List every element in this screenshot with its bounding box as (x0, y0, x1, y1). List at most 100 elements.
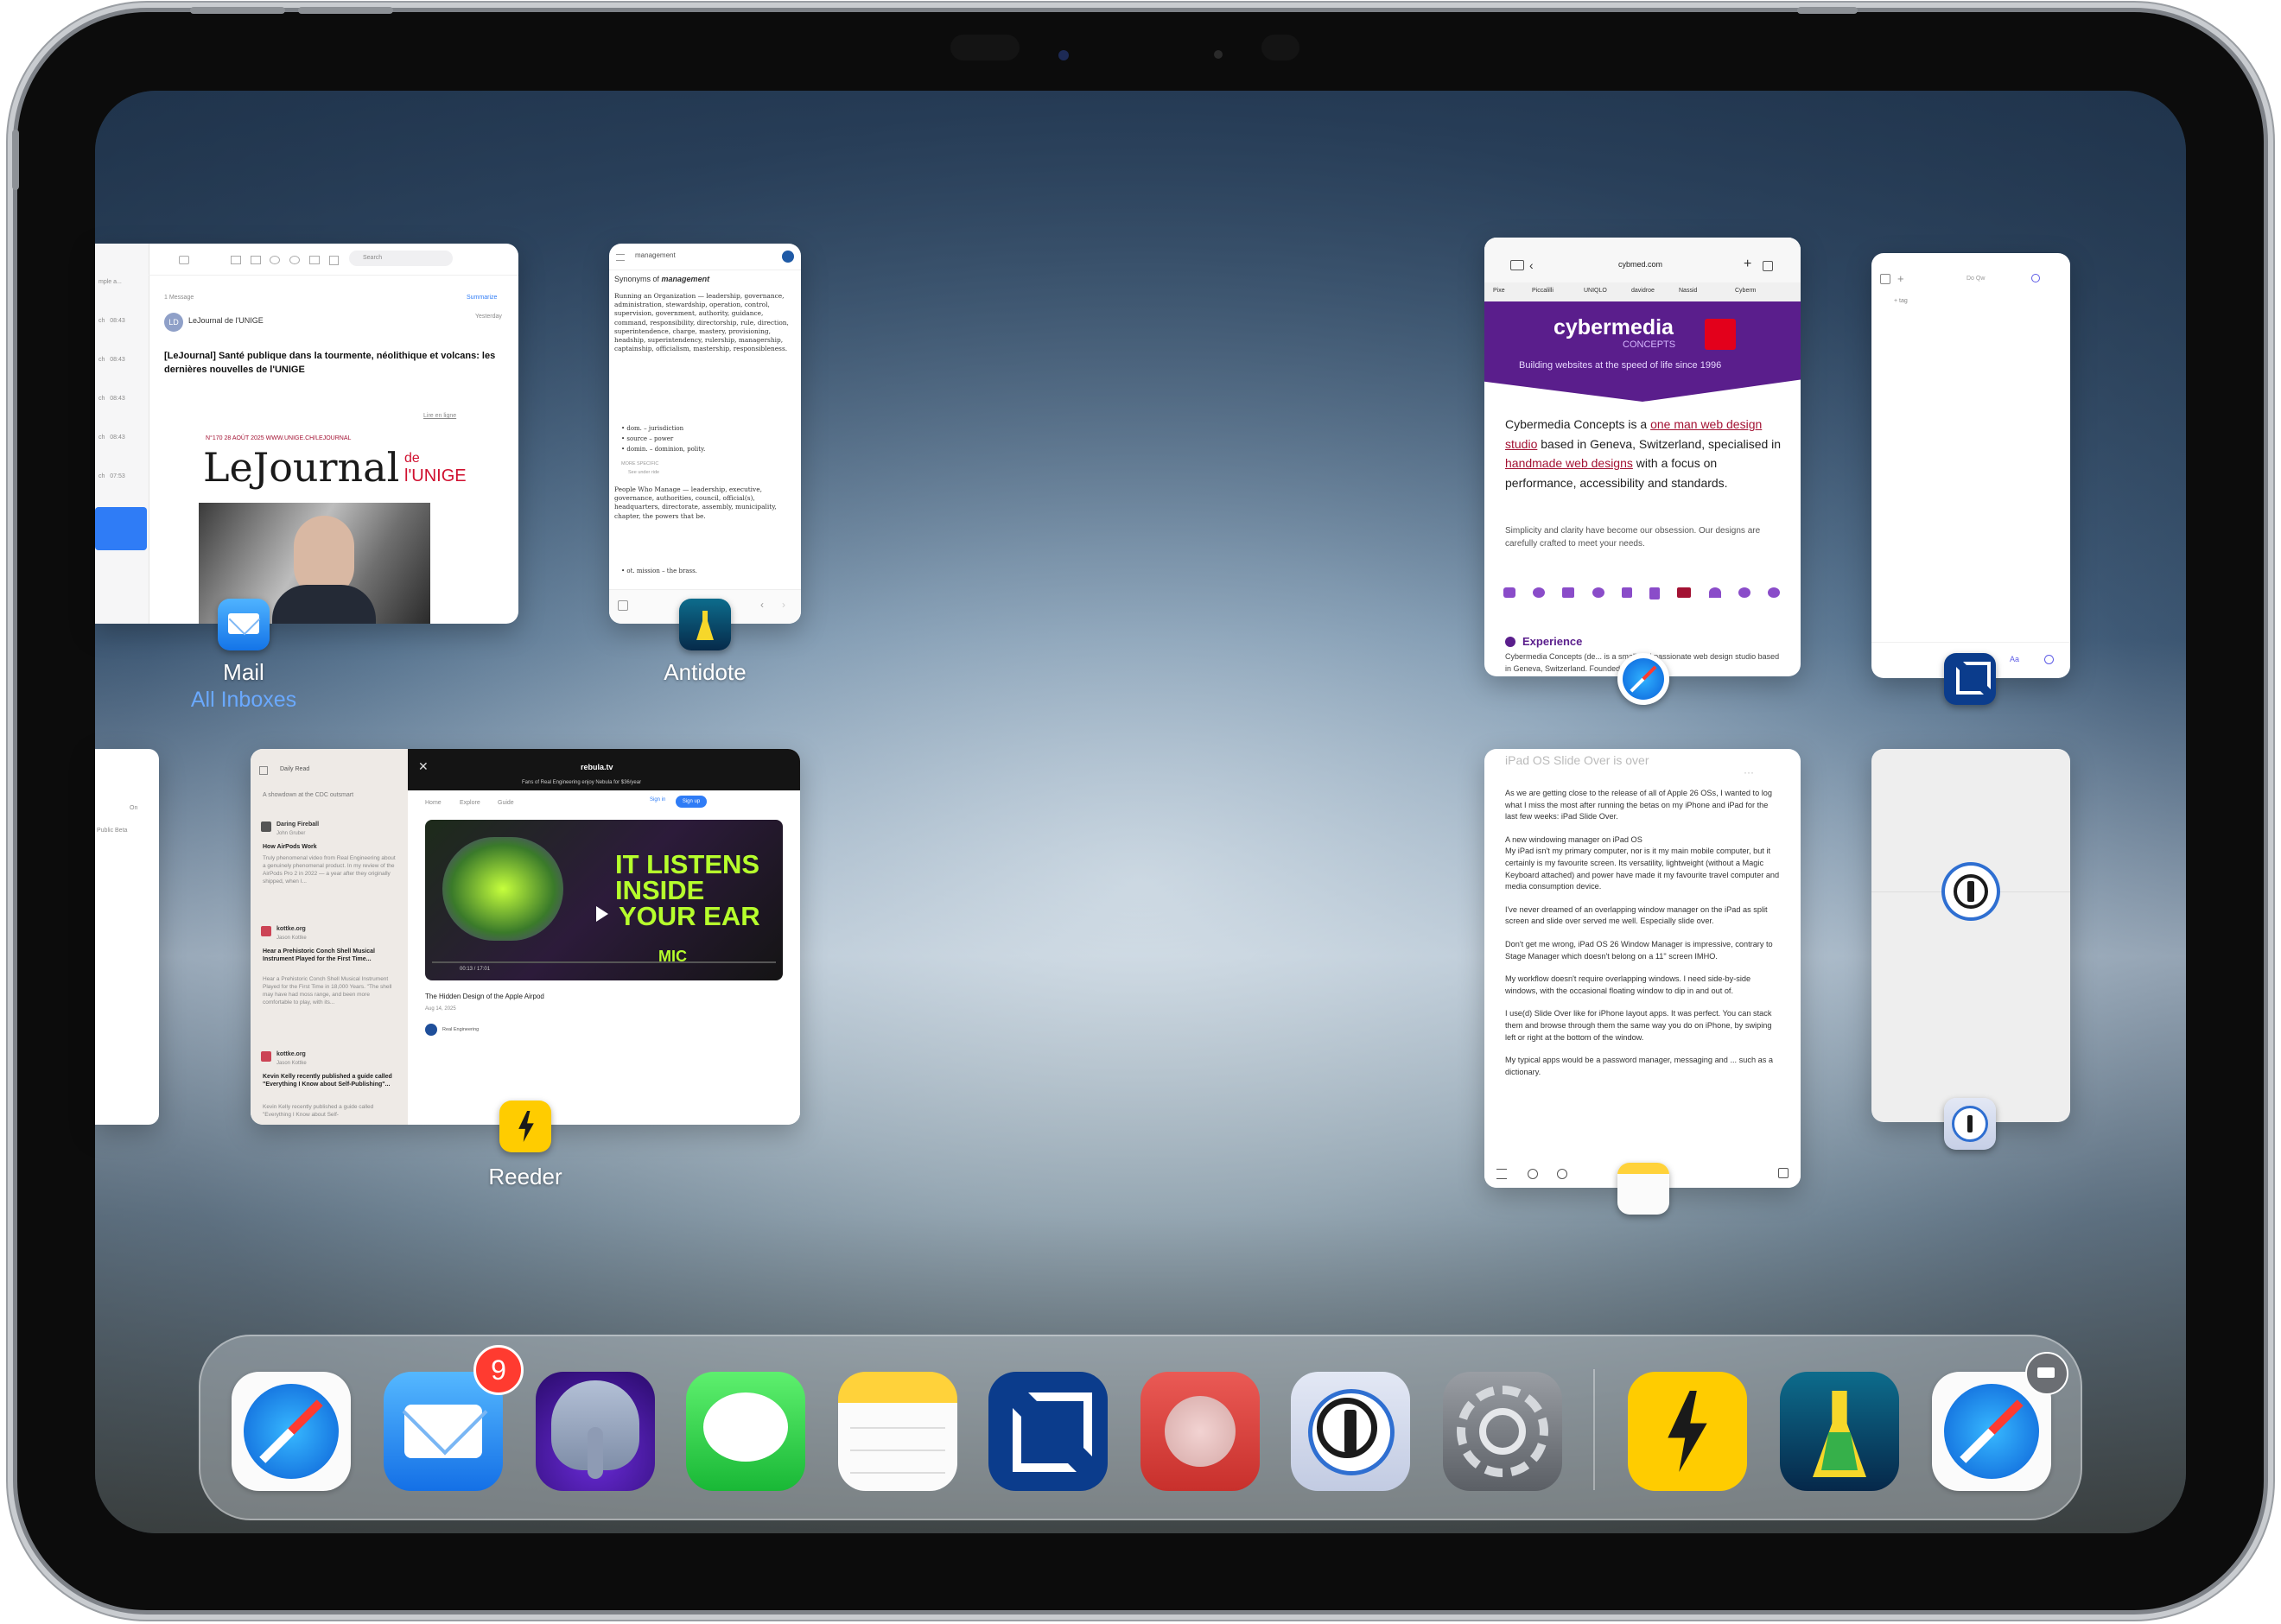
antidote-icon[interactable] (1780, 1372, 1899, 1491)
add-icon[interactable]: + (1897, 272, 1904, 285)
tabs-icon[interactable] (1763, 261, 1773, 271)
messages-icon[interactable] (686, 1372, 805, 1491)
source-icon (261, 1051, 271, 1062)
reeder-icon[interactable] (1628, 1372, 1747, 1491)
safari-window[interactable]: ‹ cybmed.com + Pixe Piccalilli UNIQLO da… (1484, 238, 1801, 676)
settings-icon[interactable] (2044, 655, 2054, 664)
sensor (1261, 35, 1299, 60)
antidote-icon[interactable] (679, 599, 731, 650)
onepassword-icon[interactable] (1944, 1098, 1996, 1150)
avatar: LD (164, 313, 183, 332)
partial-window[interactable]: On Public Beta (95, 749, 159, 1125)
mail-subject: [LeJournal] Santé publique dans la tourm… (164, 351, 496, 375)
sensor (950, 35, 1020, 60)
volume-button (190, 7, 285, 14)
antidote-window[interactable]: management Synonyms of management Runnin… (609, 244, 801, 624)
sensor-dot (1214, 50, 1223, 59)
tableplus-icon[interactable] (536, 1372, 655, 1491)
service-icon (1677, 587, 1692, 598)
safari-icon[interactable] (1617, 653, 1669, 705)
mail-toolbar: Search (149, 244, 518, 276)
mail-icon[interactable] (218, 599, 270, 650)
checklist-icon[interactable] (1496, 1169, 1507, 1179)
cybermedia-header: cybermedia CONCEPTS Building websites at… (1484, 301, 1801, 402)
share-icon[interactable] (618, 600, 628, 611)
more-icon[interactable]: ··· (1744, 766, 1754, 778)
masthead: LeJournal (203, 444, 400, 491)
dock-divider (1593, 1369, 1595, 1490)
mail-badge: 9 (473, 1345, 524, 1395)
bookmarks-bar: Pixe Piccalilli UNIQLO davidroe Nassid C… (1484, 282, 1801, 302)
bullet-icon (1505, 637, 1515, 647)
onepassword-icon[interactable] (1291, 1372, 1410, 1491)
sidebar-icon[interactable] (1510, 260, 1524, 270)
sidebar-icon[interactable] (259, 766, 268, 775)
volume-button (298, 7, 393, 14)
channel-avatar (425, 1024, 437, 1036)
synonyms-section-2: People Who Manage — leadership, executiv… (614, 485, 777, 520)
mail-label: Mail (223, 659, 264, 685)
intro-text: Cybermedia Concepts is a one man web des… (1505, 417, 1782, 490)
mail-sidebar: mple a... ch 08:43 ch 08:43 ch 08:43 ch … (95, 244, 149, 624)
settings-icon[interactable] (1443, 1372, 1562, 1491)
onepassword-logo-icon (1941, 862, 2000, 921)
notes-icon[interactable] (838, 1372, 957, 1491)
trash-icon[interactable] (329, 256, 339, 265)
new-tab-icon[interactable]: + (1744, 257, 1751, 272)
source-icon (261, 926, 271, 936)
menu-icon[interactable] (616, 254, 625, 261)
url-field[interactable]: cybmed.com (1618, 260, 1662, 269)
heart-icon (1738, 587, 1750, 598)
document-icon[interactable] (1880, 274, 1890, 284)
window-badge-icon (2025, 1352, 2068, 1395)
browser-header: ✕ rebula.tv Fans of Real Engineering enj… (408, 749, 800, 790)
selected-message[interactable] (95, 507, 147, 550)
brand: cybermedia (1553, 315, 1674, 339)
safari-icon[interactable] (232, 1372, 351, 1491)
antidote-label: Antidote (664, 659, 747, 685)
move-icon[interactable] (251, 256, 261, 264)
archive-icon[interactable] (231, 256, 241, 264)
forward-icon[interactable]: › (782, 599, 785, 611)
reply-icon[interactable] (270, 256, 280, 264)
camera (1058, 50, 1069, 60)
reeder-label: Reeder (488, 1164, 562, 1189)
back-icon[interactable]: ‹ (760, 599, 764, 611)
forward-icon[interactable] (309, 256, 320, 264)
note-body[interactable]: As we are getting close to the release o… (1505, 788, 1780, 1159)
video-player[interactable]: IT LISTENS INSIDE YOUR EAR MIC 00:13 / 1… (425, 820, 783, 980)
logo-icon (1705, 319, 1736, 350)
scrivener-window[interactable]: + Do Qw + tag Aa (1871, 253, 2070, 678)
synonyms-section-1: Running an Organization — leadership, go… (614, 292, 789, 353)
reeder-window[interactable]: Daily Read A showdown at the CDC outsmar… (251, 749, 800, 1125)
earbud-illustration (442, 837, 563, 941)
scrivener-icon[interactable] (988, 1372, 1108, 1491)
onepassword-window[interactable] (1871, 749, 2070, 1122)
service-icon (1767, 587, 1780, 598)
record-icon[interactable] (1140, 1372, 1260, 1491)
scrivener-icon[interactable] (1944, 653, 1996, 705)
search-input[interactable]: Search (349, 251, 453, 266)
search-input[interactable]: management (635, 251, 676, 259)
service-icon (1708, 587, 1721, 598)
notes-icon[interactable] (1617, 1163, 1669, 1215)
back-icon[interactable]: ‹ (1529, 258, 1534, 272)
mail-window[interactable]: mple a... ch 08:43 ch 08:43 ch 08:43 ch … (95, 244, 518, 624)
antidote-logo-icon (782, 251, 794, 263)
close-icon[interactable]: ✕ (418, 759, 429, 774)
reeder-icon[interactable] (499, 1101, 551, 1152)
service-icons (1503, 587, 1780, 599)
reeder-list: Daily Read A showdown at the CDC outsmar… (251, 749, 408, 1125)
service-icon (1562, 587, 1575, 598)
progress-bar[interactable] (432, 961, 776, 963)
play-icon[interactable] (596, 906, 608, 922)
compose-icon[interactable] (1778, 1168, 1789, 1178)
notes-window[interactable]: iPad OS Slide Over is over ··· As we are… (1484, 749, 1801, 1188)
search-icon[interactable] (2031, 274, 2040, 282)
safari-toolbar: ‹ cybmed.com + (1484, 238, 1801, 282)
reply-all-icon[interactable] (289, 256, 300, 264)
markup-icon[interactable] (1557, 1169, 1567, 1179)
format-icon[interactable]: Aa (2010, 655, 2019, 663)
compose-icon[interactable] (179, 256, 189, 264)
attachment-icon[interactable] (1528, 1169, 1538, 1179)
